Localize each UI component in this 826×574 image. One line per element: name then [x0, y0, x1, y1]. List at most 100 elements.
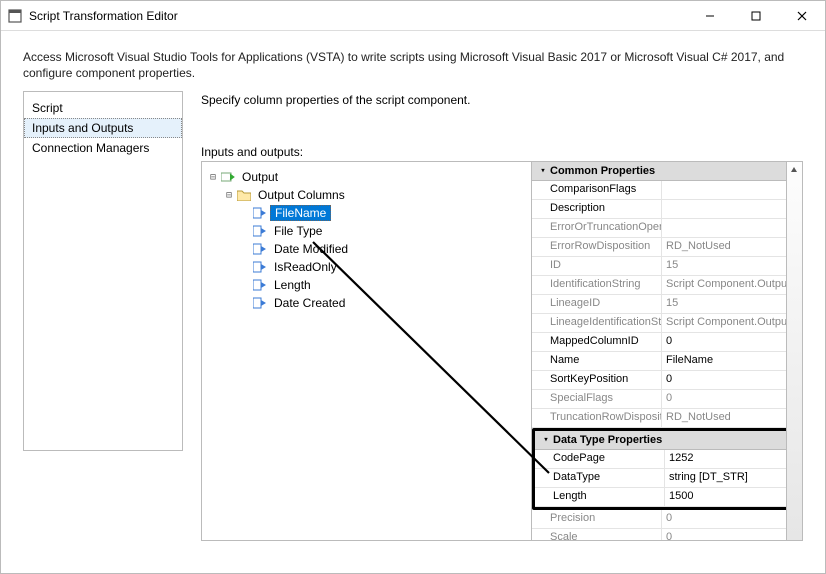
tree-column-label[interactable]: Date Created — [270, 296, 349, 310]
nav-item-script[interactable]: Script — [24, 98, 182, 118]
prop-row[interactable]: LineageID15 — [532, 295, 802, 314]
spec-label: Specify column properties of the script … — [201, 91, 803, 107]
prop-value[interactable]: 15 — [662, 295, 802, 313]
minimize-button[interactable] — [687, 1, 733, 31]
page-nav: Script Inputs and Outputs Connection Man… — [23, 91, 183, 451]
prop-value[interactable] — [662, 200, 802, 218]
tree-column-item[interactable]: Date Modified — [206, 240, 527, 258]
prop-value[interactable]: Script Component.Outputs — [662, 314, 802, 332]
scrollbar[interactable] — [786, 162, 802, 540]
tree-node-output[interactable]: Output — [238, 170, 282, 184]
prop-key: Length — [535, 488, 665, 506]
tree-column-label[interactable]: Length — [270, 278, 315, 292]
tree-column-item[interactable]: Date Created — [206, 294, 527, 312]
prop-value[interactable]: string [DT_STR] — [665, 469, 799, 487]
prop-value[interactable]: 1252 — [665, 450, 799, 468]
prop-value[interactable]: 0 — [662, 510, 802, 528]
tree-column-item[interactable]: Length — [206, 276, 527, 294]
maximize-button[interactable] — [733, 1, 779, 31]
prop-value[interactable] — [662, 219, 802, 237]
prop-key: ErrorRowDisposition — [532, 238, 662, 256]
prop-row[interactable]: ID15 — [532, 257, 802, 276]
window-buttons — [687, 1, 825, 30]
tree-column-label[interactable]: FileName — [270, 205, 331, 221]
prop-key: Scale — [532, 529, 662, 540]
prop-value[interactable]: RD_NotUsed — [662, 238, 802, 256]
prop-key: ErrorOrTruncationOperation — [532, 219, 662, 237]
prop-value[interactable]: FileName — [662, 352, 802, 370]
tree-column-item[interactable]: IsReadOnly — [206, 258, 527, 276]
titlebar: Script Transformation Editor — [1, 1, 825, 31]
column-icon — [252, 278, 268, 292]
tree-column-label[interactable]: File Type — [270, 224, 326, 238]
prop-value[interactable]: 15 — [662, 257, 802, 275]
tree-column-item[interactable]: FileName — [206, 204, 527, 222]
scroll-up-icon[interactable] — [786, 162, 802, 178]
nav-item-inputs-outputs[interactable]: Inputs and Outputs — [24, 118, 182, 138]
prop-row[interactable]: MappedColumnID0 — [532, 333, 802, 352]
tree-column-label[interactable]: Date Modified — [270, 242, 352, 256]
tree-node-output-columns[interactable]: Output Columns — [254, 188, 349, 202]
io-split: ⊟ Output ⊟ Output Columns — [201, 161, 803, 541]
expand-icon[interactable]: ⊟ — [206, 172, 220, 183]
column-icon — [252, 224, 268, 238]
tree-column-item[interactable]: File Type — [206, 222, 527, 240]
prop-key: SpecialFlags — [532, 390, 662, 408]
intro-text: Access Microsoft Visual Studio Tools for… — [1, 31, 825, 91]
collapse-icon[interactable]: ▾ — [539, 435, 553, 445]
app-icon — [7, 8, 23, 24]
prop-row[interactable]: TruncationRowDispositionRD_NotUsed — [532, 409, 802, 428]
body: Script Inputs and Outputs Connection Man… — [23, 91, 803, 573]
folder-icon — [236, 188, 252, 202]
prop-row[interactable]: DataTypestring [DT_STR] — [535, 469, 799, 488]
propgroup-common-label: Common Properties — [550, 165, 655, 177]
prop-row[interactable]: Precision0 — [532, 510, 802, 529]
arrow-right-icon — [220, 170, 236, 184]
expand-icon[interactable]: ⊟ — [222, 190, 236, 201]
prop-value[interactable]: 1500 — [665, 488, 799, 506]
tree-pane[interactable]: ⊟ Output ⊟ Output Columns — [202, 162, 532, 540]
prop-row[interactable]: ComparisonFlags — [532, 181, 802, 200]
prop-row[interactable]: ErrorRowDispositionRD_NotUsed — [532, 238, 802, 257]
prop-value[interactable]: 0 — [662, 529, 802, 540]
propgroup-common[interactable]: ▾ Common Properties — [532, 162, 802, 181]
prop-row[interactable]: Description — [532, 200, 802, 219]
prop-value[interactable] — [662, 181, 802, 199]
prop-key: TruncationRowDisposition — [532, 409, 662, 427]
prop-key: ID — [532, 257, 662, 275]
prop-row[interactable]: SortKeyPosition0 — [532, 371, 802, 390]
collapse-icon[interactable]: ▾ — [536, 166, 550, 176]
prop-row[interactable]: IdentificationStringScript Component.Out… — [532, 276, 802, 295]
prop-key: LineageIdentificationString — [532, 314, 662, 332]
column-icon — [252, 206, 268, 220]
prop-row[interactable]: Length1500 — [535, 488, 799, 507]
prop-key: Precision — [532, 510, 662, 528]
prop-value[interactable]: 0 — [662, 371, 802, 389]
window: Script Transformation Editor Access Micr… — [0, 0, 826, 574]
prop-value[interactable]: 0 — [662, 390, 802, 408]
prop-value[interactable]: Script Component.Outputs — [662, 276, 802, 294]
column-icon — [252, 242, 268, 256]
prop-value[interactable]: RD_NotUsed — [662, 409, 802, 427]
propgroup-datatype-label: Data Type Properties — [553, 434, 662, 446]
prop-key: IdentificationString — [532, 276, 662, 294]
close-button[interactable] — [779, 1, 825, 31]
prop-row[interactable]: CodePage1252 — [535, 450, 799, 469]
prop-row[interactable]: NameFileName — [532, 352, 802, 371]
prop-row[interactable]: LineageIdentificationStringScript Compon… — [532, 314, 802, 333]
prop-value[interactable]: 0 — [662, 333, 802, 351]
window-title: Script Transformation Editor — [29, 9, 687, 23]
prop-key: SortKeyPosition — [532, 371, 662, 389]
propgroup-datatype[interactable]: ▾ Data Type Properties — [535, 431, 799, 450]
tree-column-label[interactable]: IsReadOnly — [270, 260, 341, 274]
prop-row[interactable]: SpecialFlags0 — [532, 390, 802, 409]
prop-key: LineageID — [532, 295, 662, 313]
column-icon — [252, 296, 268, 310]
nav-item-connection-managers[interactable]: Connection Managers — [24, 138, 182, 158]
prop-row[interactable]: Scale0 — [532, 529, 802, 540]
prop-key: MappedColumnID — [532, 333, 662, 351]
prop-key: DataType — [535, 469, 665, 487]
property-grid: ▾ Common Properties ComparisonFlagsDescr… — [532, 162, 802, 540]
prop-key: Name — [532, 352, 662, 370]
prop-row[interactable]: ErrorOrTruncationOperation — [532, 219, 802, 238]
